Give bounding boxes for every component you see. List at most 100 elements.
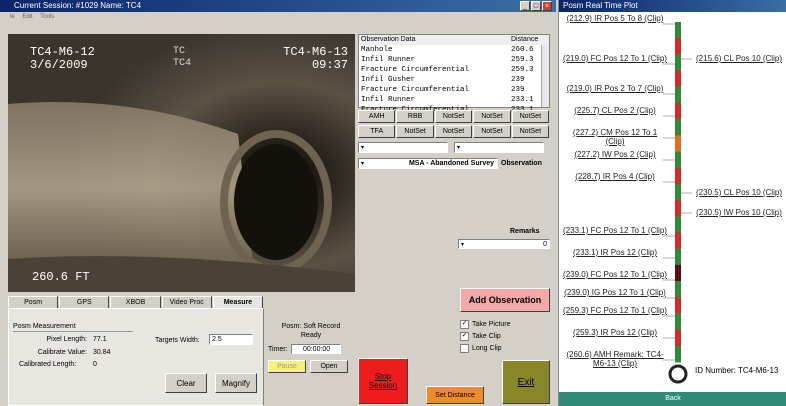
survey-dropdown[interactable]: ▾ MSA - Abandoned Survey bbox=[358, 157, 498, 169]
plot-segment bbox=[675, 345, 681, 363]
code-button[interactable]: NotSet bbox=[511, 110, 550, 123]
plot-segment bbox=[675, 313, 681, 331]
remarks-value: 0 bbox=[543, 240, 547, 248]
code-button[interactable]: RBB bbox=[396, 110, 434, 123]
plot-window: Posm Real Time Plot (212.9) IR Pos 5 To … bbox=[558, 0, 786, 406]
plot-label-left[interactable]: (233.1) FC Pos 12 To 1 (Clip) bbox=[563, 226, 667, 235]
plot-segment bbox=[675, 297, 681, 314]
plot-segment bbox=[675, 264, 681, 282]
checkbox-1[interactable]: ✓ Take Clip bbox=[460, 330, 550, 342]
video-overlay-top-mid: TC TC4 bbox=[173, 46, 192, 69]
dropdown-group: ▾ ▾ ▾ MSA - Abandoned Survey Observation bbox=[358, 142, 550, 169]
observation-list-header: Observation Data Distance bbox=[359, 35, 549, 45]
plot-label-left[interactable]: (227.2) CM Pos 12 To 1 (Clip) bbox=[563, 128, 667, 146]
plot-label-left[interactable]: (260.6) AMH Remark: TC4-M6-13 (Clip) bbox=[563, 350, 667, 368]
remarks-field[interactable]: ▾ 0 bbox=[458, 239, 550, 249]
main-window: Current Session: #1029 Name: TC4 _ □ × l… bbox=[0, 0, 556, 406]
plot-label-left[interactable]: (239.0) IG Pos 12 To 1 (Clip) bbox=[563, 288, 667, 297]
checkbox-box[interactable]: ✓ bbox=[460, 319, 469, 329]
plot-label-left[interactable]: (259.3) FC Pos 12 To 1 (Clip) bbox=[563, 306, 667, 315]
checkbox-box[interactable]: ✓ bbox=[460, 331, 469, 341]
menu-edit[interactable]: Edit bbox=[22, 14, 32, 20]
set-distance-button[interactable]: Set Distance bbox=[426, 386, 484, 404]
dropdown-right[interactable]: ▾ bbox=[454, 142, 544, 153]
plot-segment bbox=[675, 232, 681, 250]
code-button[interactable]: NotSet bbox=[473, 125, 511, 138]
plot-label-left[interactable]: (239.0) FC Pos 12 To 1 (Clip) bbox=[563, 270, 667, 279]
clear-button[interactable]: Clear bbox=[165, 373, 207, 393]
record-panel: Posm: Soft Record Ready Timer: 00:00:00 … bbox=[268, 322, 354, 388]
plot-label-left[interactable]: (225.7) CL Pos 2 (Clip) bbox=[563, 106, 667, 115]
observation-name: Fracture Circumferential bbox=[361, 66, 470, 74]
observation-list[interactable]: Observation Data Distance Manhole 260.6 In… bbox=[358, 34, 550, 114]
calibrated-length-label: Calibrated Length: bbox=[19, 361, 77, 368]
checkbox-label: Take Picture bbox=[472, 320, 511, 328]
list-item[interactable]: Infil Runner 233.1 bbox=[359, 95, 549, 105]
observation-name: Infil Gusher bbox=[361, 76, 416, 84]
add-observation-button[interactable]: Add Observation bbox=[460, 288, 550, 312]
plot-label-left[interactable]: (219.0) IR Pos 2 To 7 (Clip) bbox=[563, 84, 667, 93]
observation-label: Observation bbox=[501, 159, 542, 167]
list-scrollbar[interactable] bbox=[541, 45, 549, 107]
targets-width-field[interactable]: 2.5 bbox=[209, 334, 253, 345]
checkbox-2[interactable]: Long Clip bbox=[460, 342, 550, 354]
exit-button[interactable]: Exit bbox=[502, 360, 550, 404]
pipe-video-image bbox=[8, 34, 355, 292]
dropdown-left[interactable]: ▾ bbox=[358, 142, 448, 153]
code-button[interactable]: NotSet bbox=[434, 125, 473, 138]
menu-tools[interactable]: Tools bbox=[40, 14, 54, 20]
close-button[interactable]: × bbox=[542, 1, 552, 11]
plot-label-left[interactable]: (233.1) IR Pos 12 (Clip) bbox=[563, 248, 667, 257]
code-button[interactable]: TFA bbox=[358, 125, 396, 138]
plot-segment bbox=[675, 248, 681, 266]
plot-segment bbox=[675, 216, 681, 233]
plot-segment bbox=[675, 183, 681, 201]
checkbox-box[interactable] bbox=[460, 343, 469, 353]
plot-label-left[interactable]: (219.0) FC Pos 12 To 1 (Clip) bbox=[563, 54, 667, 63]
list-item[interactable]: Manhole 260.6 bbox=[359, 45, 549, 55]
plot-label-left[interactable]: (212.9) IR Pos 5 To 8 (Clip) bbox=[563, 14, 667, 23]
plot-segment bbox=[675, 70, 681, 88]
menu-bar: le Edit Tools bbox=[10, 13, 210, 21]
calibrate-value-label: Calibrate Value: bbox=[37, 349, 87, 356]
back-button[interactable]: Back bbox=[559, 392, 786, 406]
plot-label-left[interactable]: (259.3) IR Pos 12 (Clip) bbox=[563, 328, 667, 337]
code-button[interactable]: AMH bbox=[358, 110, 396, 123]
checkbox-label: Long Clip bbox=[472, 344, 502, 352]
video-feed: TC4-M6-12 3/6/2009 TC TC4 TC4-M6-13 09:3… bbox=[8, 34, 355, 292]
posm-measurement-group: Posm Measurement bbox=[13, 323, 76, 330]
chevron-down-icon: ▾ bbox=[461, 241, 465, 248]
code-buttons: AMH RBB NotSet NotSet NotSet TFA NotSet NotSet… bbox=[358, 110, 550, 138]
code-button[interactable]: NotSet bbox=[396, 125, 434, 138]
code-button[interactable]: NotSet bbox=[511, 125, 550, 138]
list-item[interactable]: Infil Gusher 239 bbox=[359, 75, 549, 85]
pause-button[interactable]: Pause bbox=[268, 360, 306, 373]
minimize-button[interactable]: _ bbox=[520, 1, 530, 11]
list-item[interactable]: Fracture Circumferential 239 bbox=[359, 85, 549, 95]
code-button[interactable]: NotSet bbox=[473, 110, 511, 123]
menu-file[interactable]: le bbox=[10, 14, 15, 20]
plot-segment bbox=[675, 167, 681, 185]
calibrated-length-value: 0 bbox=[93, 361, 97, 368]
plot-segment bbox=[675, 54, 681, 72]
checkbox-0[interactable]: ✓ Take Picture bbox=[460, 318, 550, 330]
plot-label-left[interactable]: (227.2) IW Pos 2 (Clip) bbox=[563, 150, 667, 159]
list-item[interactable]: Fracture Circumferential 259.3 bbox=[359, 65, 549, 75]
code-button[interactable]: NotSet bbox=[434, 110, 473, 123]
plot-title: Posm Real Time Plot bbox=[563, 1, 638, 10]
timer-label: Timer: bbox=[268, 345, 288, 353]
plot-segment bbox=[675, 38, 681, 55]
observation-name: Manhole bbox=[361, 46, 393, 54]
plot-label-right[interactable]: (230.5) CL Pos 10 (Clip) bbox=[693, 188, 785, 197]
plot-label-left[interactable]: (228.7) IR Pos 4 (Clip) bbox=[563, 172, 667, 181]
magnify-button[interactable]: Magnify bbox=[215, 373, 257, 393]
header-observation: Observation Data bbox=[361, 36, 416, 43]
stop-session-button[interactable]: Stop Session bbox=[358, 358, 408, 404]
list-item[interactable]: Infil Runner 259.3 bbox=[359, 55, 549, 65]
plot-label-right[interactable]: (215.6) CL Pos 10 (Clip) bbox=[693, 54, 785, 63]
plot-label-right[interactable]: (230.5) IW Pos 10 (Clip) bbox=[693, 208, 785, 217]
maximize-button[interactable]: □ bbox=[531, 1, 541, 11]
open-button[interactable]: Open bbox=[310, 360, 348, 373]
observation-name: Infil Runner bbox=[361, 96, 416, 104]
plot-segment bbox=[675, 86, 681, 104]
